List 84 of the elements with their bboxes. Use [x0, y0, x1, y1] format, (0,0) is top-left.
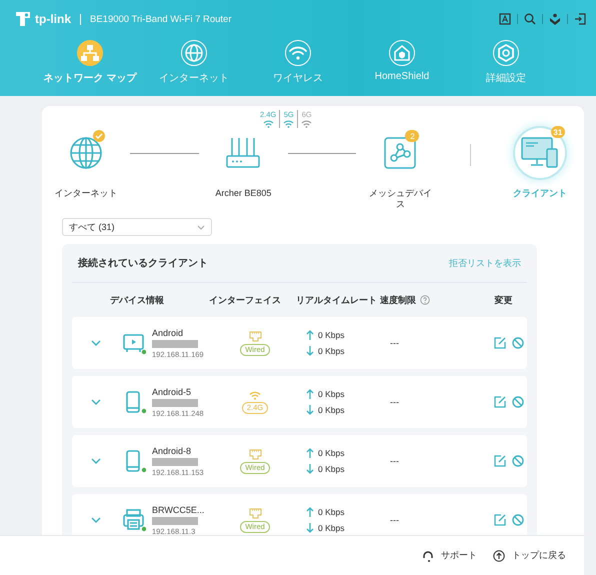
network-icon: [79, 42, 101, 64]
arrow-up-icon: [306, 507, 314, 517]
column-header: デバイス情報: [109, 294, 165, 306]
monitor-phone-icon: [520, 137, 559, 169]
arrow-down-icon: [306, 346, 314, 356]
arrow-down-icon: [306, 405, 314, 415]
redacted-bar: [152, 458, 198, 466]
speed-limit: ---: [390, 397, 400, 407]
topology-node[interactable]: 31 クライアント: [496, 106, 584, 199]
download-rate: 0 Kbps: [318, 346, 344, 356]
redacted-bar: [152, 340, 198, 348]
arrow-down-icon: [306, 464, 314, 474]
count-badge: 2: [405, 130, 420, 142]
topology-node[interactable]: 2 メッシュデバイス: [356, 106, 445, 210]
router-icon: [225, 136, 262, 170]
device-name: Android: [152, 328, 184, 338]
edit-icon[interactable]: [494, 514, 506, 526]
back-to-top-link[interactable]: トップに戻る: [493, 549, 566, 562]
column-header: 変更: [494, 294, 514, 306]
nav-tab[interactable]: インターネット: [142, 38, 246, 87]
block-icon[interactable]: [512, 337, 524, 349]
wifi-icon: [249, 390, 261, 400]
headset-icon: [422, 550, 434, 562]
speed-limit: ---: [390, 456, 400, 466]
settings-icon: [495, 42, 517, 64]
arrow-down-icon: [306, 523, 314, 533]
language-icon[interactable]: [499, 13, 511, 25]
panel-title: 接続されているクライアント: [78, 256, 208, 270]
router-model: BE19000 Tri-Band Wi-Fi 7 Router: [90, 14, 232, 24]
upload-rate: 0 Kbps: [318, 389, 344, 399]
nav-tab[interactable]: ワイヤレス: [246, 38, 350, 87]
expand-chevron-icon[interactable]: [89, 515, 103, 525]
chevron-down-icon: [197, 224, 205, 230]
help-icon[interactable]: [420, 295, 430, 305]
ethernet-port-icon: [248, 448, 262, 460]
topology-node[interactable]: インターネット: [42, 106, 130, 199]
redacted-bar: [152, 398, 198, 406]
download-rate: 0 Kbps: [318, 523, 344, 533]
ethernet-port-icon: [248, 508, 262, 518]
speed-limit: ---: [390, 515, 400, 525]
edit-icon[interactable]: [494, 337, 506, 349]
house-shield-icon: [391, 42, 413, 64]
expand-chevron-icon[interactable]: [89, 456, 103, 466]
upload-rate: 0 Kbps: [318, 448, 344, 458]
arrow-up-icon: [306, 330, 314, 340]
globe-icon: [69, 136, 104, 170]
device-name: Android-5: [152, 386, 192, 396]
edit-icon[interactable]: [494, 396, 506, 408]
upload-rate: 0 Kbps: [318, 330, 344, 340]
brand-logo: tp-link: [14, 10, 71, 28]
nav-tab[interactable]: HomeShield: [350, 38, 454, 87]
tv-icon: [122, 331, 146, 355]
expand-chevron-icon[interactable]: [89, 397, 103, 407]
column-header: 速度制限: [380, 294, 416, 306]
device-name: BRWCC5E...: [152, 504, 204, 514]
block-icon[interactable]: [512, 396, 524, 408]
nav-tab[interactable]: 詳細設定: [454, 38, 558, 87]
device-name: Android-8: [152, 446, 192, 456]
block-icon[interactable]: [512, 455, 524, 467]
logout-icon[interactable]: [574, 13, 586, 25]
mesh-icon: [384, 137, 416, 169]
column-header: リアルタイムレート: [295, 294, 378, 306]
arrow-up-icon: [306, 389, 314, 399]
download-rate: 0 Kbps: [318, 405, 344, 415]
upload-rate: 0 Kbps: [318, 507, 344, 517]
support-link[interactable]: サポート: [422, 549, 477, 562]
globe-icon: [183, 42, 205, 64]
block-icon[interactable]: [512, 514, 524, 526]
search-icon[interactable]: [524, 13, 536, 25]
ethernet-port-icon: [248, 330, 262, 342]
filter-dropdown[interactable]: すべて (31): [62, 218, 212, 236]
nav-tab[interactable]: ネットワーク マップ: [38, 38, 142, 87]
arrow-up-circle-icon: [493, 550, 505, 562]
download-rate: 0 Kbps: [318, 464, 344, 474]
column-header: インターフェイス: [208, 294, 282, 306]
count-badge: 31: [550, 126, 565, 138]
blocklist-link[interactable]: 拒否リストを表示: [449, 256, 521, 270]
speed-limit: ---: [390, 338, 400, 348]
expand-chevron-icon[interactable]: [89, 338, 103, 348]
redacted-bar: [152, 516, 198, 524]
edit-icon[interactable]: [494, 455, 506, 467]
download-icon[interactable]: [549, 13, 561, 25]
printer-icon: [122, 508, 146, 532]
arrow-up-icon: [306, 448, 314, 458]
